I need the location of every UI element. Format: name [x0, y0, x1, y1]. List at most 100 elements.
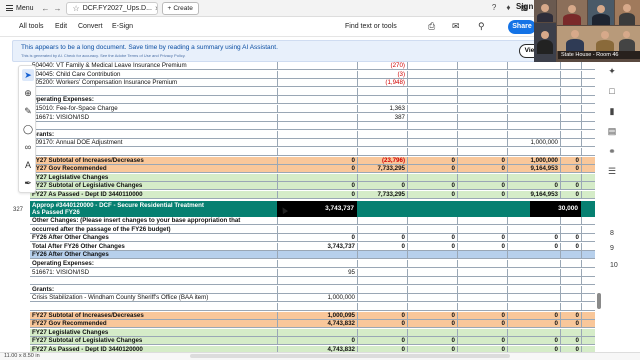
back-arrow-icon[interactable]: ← — [40, 4, 52, 13]
close-icon[interactable]: × — [155, 4, 157, 13]
convert-tab[interactable]: Convert — [78, 23, 103, 30]
table-row: FY27 As Passed - Dept ID 3440110000 0 7,73… — [30, 191, 595, 199]
menu-label: Menu — [16, 4, 34, 12]
table-cell — [407, 62, 457, 70]
lasso-icon[interactable]: ∞ — [22, 141, 34, 153]
zoom-icon[interactable]: ⊕ — [22, 87, 34, 99]
table-cell: 0 — [407, 191, 457, 199]
table-cell — [457, 285, 507, 294]
table-cell: 0 — [277, 165, 357, 174]
table-cell: 9,164,953 — [507, 191, 560, 199]
table-row: Operating Expenses: — [30, 260, 595, 268]
table-cell: 0 — [277, 156, 357, 165]
create-button[interactable]: + Create — [161, 1, 199, 15]
table-row: FY27 Gov Recommended4,743,8320000030,000 — [30, 320, 595, 329]
page-number-10[interactable]: 10 — [610, 262, 618, 269]
table-cell: 0 — [560, 311, 581, 320]
sign-button[interactable]: Sign — [516, 2, 533, 11]
table-cell — [277, 87, 357, 96]
table-cell — [507, 96, 560, 105]
table-cell — [581, 87, 600, 96]
table-cell: 0 — [357, 234, 407, 243]
print-icon[interactable]: ⎙ — [428, 21, 435, 32]
table-cell — [560, 294, 581, 303]
table-cell — [407, 148, 457, 156]
forward-arrow-icon[interactable]: → — [52, 4, 64, 13]
table-cell: 1,363 — [357, 105, 407, 113]
banner-fineprint: This is generated by AI. Check for accur… — [21, 53, 186, 58]
table-cell — [581, 268, 600, 277]
video-tile — [534, 0, 556, 22]
text-box-icon[interactable]: A — [22, 159, 34, 171]
table-cell — [507, 173, 560, 182]
table-cell — [407, 277, 457, 286]
vertical-scrollbar[interactable] — [597, 293, 601, 309]
table-cell: 0 — [357, 337, 407, 346]
table-cell — [407, 130, 457, 139]
table-cell: 0 — [457, 165, 507, 174]
table-cell: 0 — [581, 165, 600, 174]
table-cell: 0 — [507, 242, 560, 251]
table-cell — [457, 294, 507, 303]
table-cell: 1,000,000 — [507, 139, 560, 148]
bookmark-icon[interactable]: ▮ — [605, 106, 619, 118]
table-row: Crisis Stabilization - Windham County Sh… — [30, 294, 595, 303]
table-cell — [457, 122, 507, 131]
row-label: Crisis Stabilization - Windham County Sh… — [32, 294, 209, 302]
table-cell — [277, 122, 357, 131]
table-cell — [357, 122, 407, 131]
all-tools-tab[interactable]: All tools — [19, 23, 44, 30]
horizontal-scrollbar[interactable] — [190, 354, 510, 358]
notifications-icon[interactable]: ♦ — [506, 3, 510, 12]
select-cursor-icon[interactable]: ➤ — [22, 69, 34, 81]
table-row: Grants: — [30, 285, 595, 294]
row-label: 505200: Workers' Compensation Insurance … — [32, 79, 178, 87]
table-cell — [507, 62, 560, 70]
document-tab[interactable]: ☆ DCF.FY2027_Ups.D... × — [65, 1, 158, 15]
comments-icon[interactable]: □ — [605, 86, 619, 98]
pages-icon[interactable]: ▤ — [605, 126, 619, 138]
table-cell — [581, 173, 600, 182]
pencil-icon[interactable]: ✎ — [22, 105, 34, 117]
comment-icon[interactable]: ◯ — [22, 123, 34, 135]
edit-tab[interactable]: Edit — [55, 23, 67, 30]
table-cell — [457, 303, 507, 311]
ai-sparkle-icon[interactable]: ✦ — [605, 66, 619, 78]
email-icon[interactable]: ✉ — [452, 21, 460, 32]
table-cell: 0 — [581, 182, 600, 191]
page-size-label: 11.00 x 8.50 in — [4, 353, 40, 359]
table-cell — [407, 225, 457, 234]
search-icon[interactable]: ⚲ — [478, 21, 485, 32]
table-row: FY26 After Other Changes0000000 — [30, 234, 595, 243]
row-label: occurred after the passage of the FY26 b… — [32, 225, 171, 233]
attachment-icon[interactable]: ⚭ — [605, 146, 619, 158]
menu-button[interactable]: Menu — [0, 5, 40, 12]
page-number-8[interactable]: 8 — [610, 230, 614, 237]
page-number-9[interactable]: 9 — [610, 245, 614, 252]
table-cell — [357, 148, 407, 156]
table-cell: 95 — [277, 268, 357, 277]
table-cell — [507, 285, 560, 294]
quick-tools-panel: ➤ ⊕ ✎ ◯ ∞ A ✒ — [18, 65, 36, 193]
table-cell — [457, 70, 507, 79]
table-cell — [407, 268, 457, 277]
table-cell: 0 — [507, 311, 560, 320]
table-row: Grants: — [30, 130, 595, 139]
help-icon[interactable]: ? — [492, 3, 496, 12]
table-cell: 7,733,295 — [357, 191, 407, 199]
table-cell — [357, 139, 407, 148]
esign-tab[interactable]: E-Sign — [112, 23, 133, 30]
find-text-input[interactable]: Find text or tools — [345, 23, 397, 30]
layers-icon[interactable]: ☰ — [605, 166, 619, 178]
table-cell — [560, 251, 581, 260]
signature-icon[interactable]: ✒ — [22, 177, 34, 189]
table-row: 505200: Workers' Compensation Insurance … — [30, 79, 595, 88]
table-cell — [277, 328, 357, 337]
banner-message: This appears to be a long document. Save… — [21, 44, 278, 51]
table-cell — [357, 285, 407, 294]
table-cell — [457, 113, 507, 122]
table-cell: 1,000,000 — [277, 294, 357, 303]
share-button[interactable]: Share — [508, 20, 536, 34]
star-icon[interactable]: ☆ — [73, 4, 80, 13]
table-cell — [581, 277, 600, 286]
